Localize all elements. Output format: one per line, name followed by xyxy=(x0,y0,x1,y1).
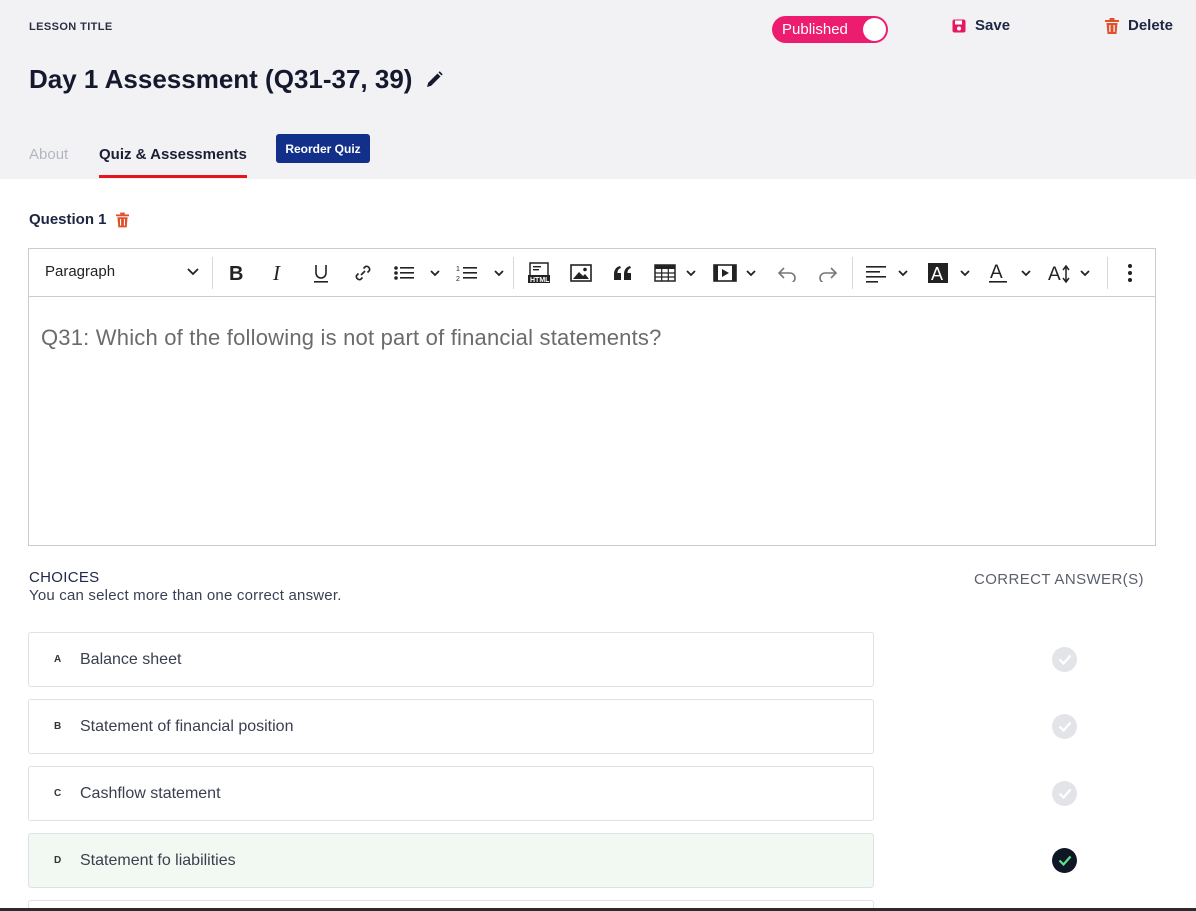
save-icon xyxy=(952,19,966,33)
svg-text:2: 2 xyxy=(456,276,460,283)
question-text-area[interactable]: Q31: Which of the following is not part … xyxy=(41,325,662,351)
svg-text:A: A xyxy=(1048,264,1061,284)
font-size-dropdown[interactable]: A xyxy=(1047,261,1095,285)
paragraph-format-dropdown[interactable]: Paragraph xyxy=(45,263,199,280)
redo-icon[interactable] xyxy=(816,261,840,285)
choice-letter: C xyxy=(54,788,62,799)
save-button[interactable]: Save xyxy=(952,17,1010,34)
more-options-icon[interactable] xyxy=(1119,261,1141,285)
svg-text:A: A xyxy=(931,264,943,284)
delete-label: Delete xyxy=(1128,17,1174,34)
toolbar-divider xyxy=(852,257,853,289)
table-dropdown[interactable] xyxy=(653,261,699,285)
toolbar-divider xyxy=(212,257,213,289)
choice-row[interactable]: B Statement of financial position xyxy=(28,699,874,754)
choice-letter: D xyxy=(54,855,62,866)
question-label: Question 1 xyxy=(29,211,129,228)
toolbar-divider xyxy=(1107,257,1108,289)
lesson-header: LESSON TITLE Day 1 Assessment (Q31-37, 3… xyxy=(0,0,1196,179)
chevron-down-icon xyxy=(187,267,199,275)
svg-text:B: B xyxy=(229,263,243,283)
correct-answer-check-icon[interactable] xyxy=(1052,647,1077,672)
svg-text:A: A xyxy=(990,262,1003,283)
numbered-list-dropdown[interactable]: 12 xyxy=(455,261,509,285)
html-embed-icon[interactable]: HTML xyxy=(526,261,552,285)
tab-about[interactable]: About xyxy=(29,146,68,163)
image-icon[interactable] xyxy=(568,261,594,285)
correct-answer-check-icon[interactable] xyxy=(1052,848,1077,873)
svg-text:I: I xyxy=(272,263,281,283)
choice-text[interactable]: Statement fo liabilities xyxy=(80,852,236,870)
reorder-quiz-button[interactable]: Reorder Quiz xyxy=(276,134,370,163)
correct-answer-check-icon[interactable] xyxy=(1052,714,1077,739)
choices-hint: You can select more than one correct ans… xyxy=(29,587,342,604)
delete-button[interactable]: Delete xyxy=(1105,17,1173,34)
toolbar-divider xyxy=(513,257,514,289)
background-color-dropdown[interactable]: A xyxy=(927,261,975,285)
undo-icon[interactable] xyxy=(775,261,799,285)
correct-answers-label: CORRECT ANSWER(S) xyxy=(974,571,1144,588)
bold-icon[interactable]: B xyxy=(226,261,248,285)
save-label: Save xyxy=(975,17,1011,34)
edit-pencil-icon[interactable] xyxy=(424,70,444,90)
link-icon[interactable] xyxy=(352,261,374,285)
editor-toolbar: Paragraph B I 12 HTML A A A xyxy=(29,249,1155,297)
media-embed-dropdown[interactable] xyxy=(713,261,761,285)
choice-text[interactable]: Balance sheet xyxy=(80,651,181,669)
choice-row[interactable]: A Balance sheet xyxy=(28,632,874,687)
lesson-title-text: Day 1 Assessment (Q31-37, 39) xyxy=(29,64,413,94)
choice-letter: A xyxy=(54,654,62,665)
choice-row[interactable]: D Statement fo liabilities xyxy=(28,833,874,888)
svg-text:1: 1 xyxy=(456,266,460,273)
choice-row[interactable]: C Cashflow statement xyxy=(28,766,874,821)
choice-text[interactable]: Statement of financial position xyxy=(80,718,293,736)
correct-answer-check-icon[interactable] xyxy=(1052,781,1077,806)
toggle-knob xyxy=(863,18,886,41)
underline-icon[interactable] xyxy=(310,261,332,285)
published-toggle-label: Published xyxy=(782,21,848,38)
bulleted-list-dropdown[interactable] xyxy=(393,261,447,285)
choice-letter: B xyxy=(54,721,62,732)
tab-quiz-assessments[interactable]: Quiz & Assessments xyxy=(99,146,247,178)
choices-label: CHOICES xyxy=(29,569,100,586)
choice-text[interactable]: Cashflow statement xyxy=(80,785,221,803)
svg-text:HTML: HTML xyxy=(530,277,550,284)
rich-text-editor: Paragraph B I 12 HTML A A A Q31: Which o… xyxy=(28,248,1156,546)
question-label-text: Question 1 xyxy=(29,211,107,228)
lesson-title-label: LESSON TITLE xyxy=(29,21,113,33)
blockquote-icon[interactable] xyxy=(611,261,635,285)
align-dropdown[interactable] xyxy=(865,261,913,285)
trash-icon xyxy=(1105,17,1119,34)
trash-icon[interactable] xyxy=(115,212,129,228)
font-color-dropdown[interactable]: A xyxy=(988,261,1036,285)
paragraph-format-label: Paragraph xyxy=(45,263,116,280)
published-toggle[interactable]: Published xyxy=(772,16,888,43)
italic-icon[interactable]: I xyxy=(268,261,290,285)
lesson-title: Day 1 Assessment (Q31-37, 39) xyxy=(29,64,444,95)
